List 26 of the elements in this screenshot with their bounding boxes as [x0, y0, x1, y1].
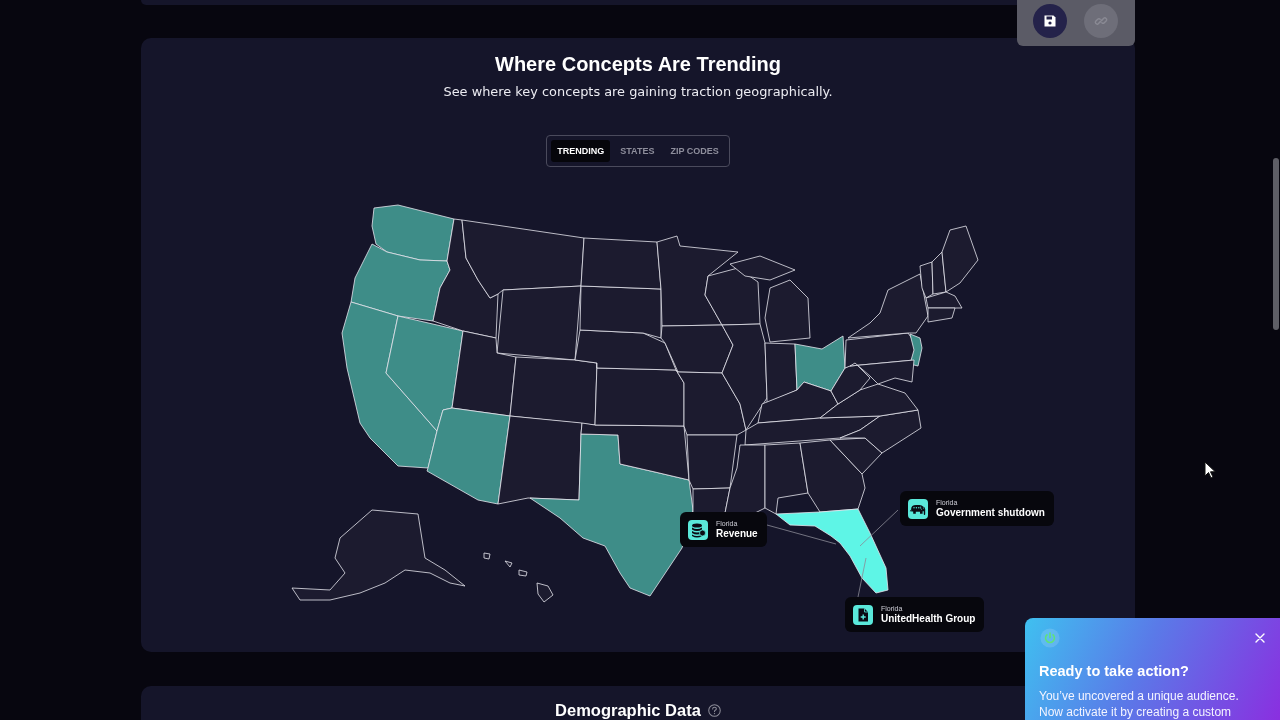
section-subtitle: See where key concepts are gaining traction geographically. — [443, 83, 833, 101]
coins-icon — [688, 519, 708, 540]
close-icon — [1255, 633, 1265, 643]
callout-label: UnitedHealth Group — [881, 613, 976, 625]
save-icon — [1043, 14, 1057, 28]
connector-line — [857, 557, 867, 598]
close-button[interactable] — [1253, 631, 1267, 645]
popup-message: You’ve uncovered a unique audience. Now activate it by creating a custom — [1039, 688, 1240, 720]
callout-label: Government shutdown — [936, 507, 1045, 519]
connector-line — [859, 509, 899, 547]
connector-line — [766, 524, 837, 545]
callout-label: Revenue — [716, 528, 758, 540]
tab[interactable]: TRENDING — [551, 140, 611, 162]
help-icon[interactable] — [707, 704, 721, 717]
link-icon — [1094, 14, 1108, 28]
section-title: Where Concepts Are Trending — [495, 52, 781, 76]
scrollbar[interactable] — [1273, 158, 1279, 330]
tab[interactable]: ZIP CODES — [664, 140, 725, 162]
elephant-icon — [908, 498, 928, 519]
popup-title: Ready to take action? — [1039, 662, 1190, 680]
save-button[interactable] — [1033, 4, 1067, 38]
cursor-icon — [1204, 461, 1216, 479]
document-plus-icon — [853, 604, 873, 625]
section-title: Demographic Data — [555, 701, 701, 719]
power-icon — [1040, 628, 1060, 648]
tab[interactable]: STATES — [614, 140, 661, 162]
